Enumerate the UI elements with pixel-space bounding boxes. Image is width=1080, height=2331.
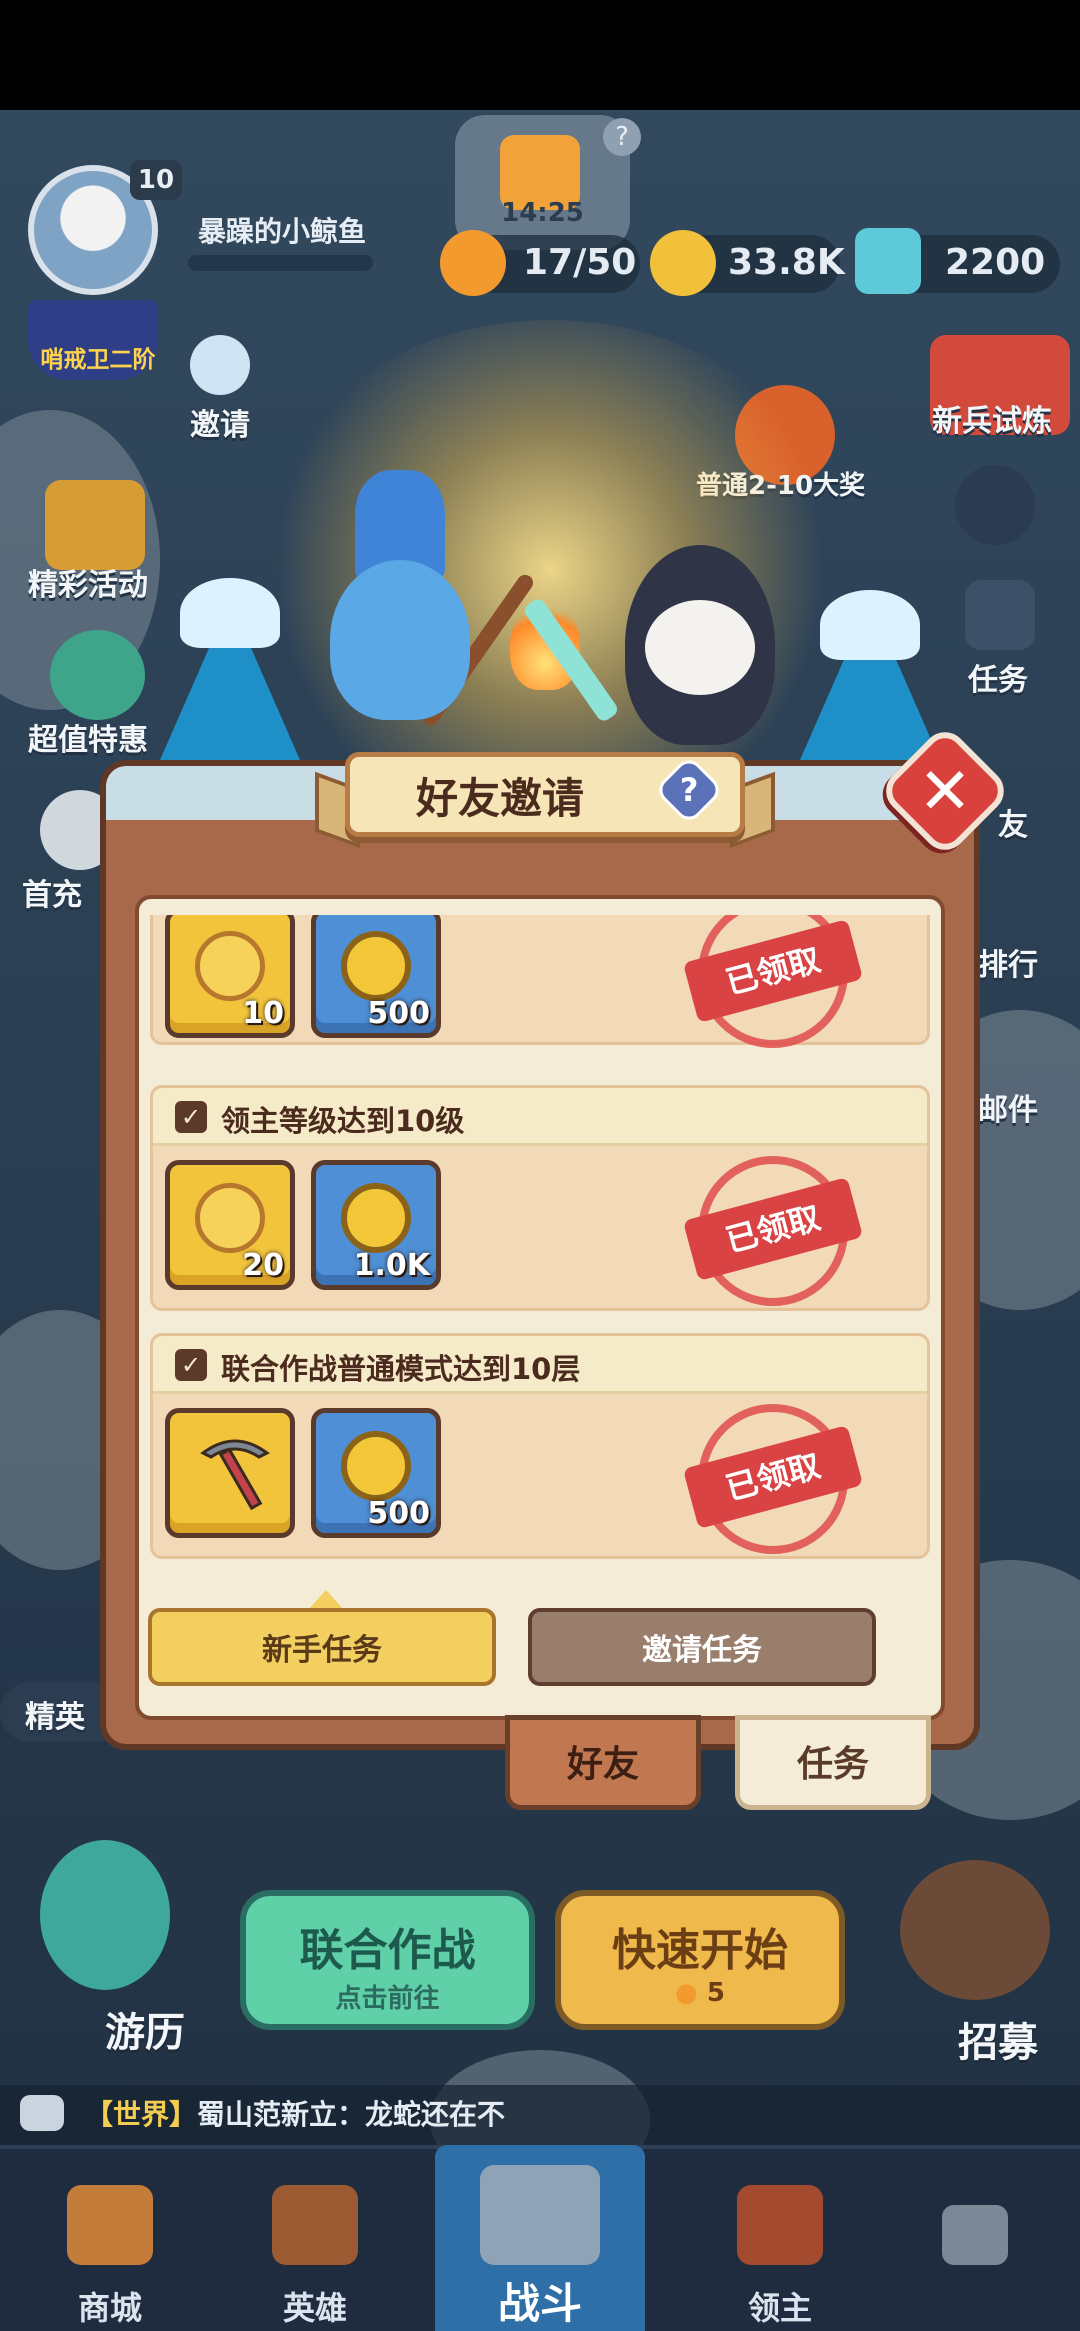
stamina-value: 17/50 — [523, 242, 637, 283]
gold-value: 33.8K — [728, 242, 845, 283]
snowman-character — [330, 560, 470, 720]
battle-swords-icon — [480, 2165, 600, 2265]
help-icon: ? — [679, 771, 699, 809]
reward-slot[interactable] — [165, 1408, 295, 1538]
reward-slot[interactable]: 10 — [165, 915, 295, 1038]
task-card: ✓ 联合作战普通模式达到10层 500 已领取 — [150, 1333, 930, 1559]
subtab-newbie-tasks[interactable]: 新手任务 — [148, 1608, 496, 1686]
reward-amount: 20 — [242, 1248, 284, 1283]
quick-cost-value: 5 — [706, 1978, 725, 2008]
side-friends[interactable]: 友 — [998, 800, 1028, 844]
reward-slot[interactable]: 500 — [311, 1408, 441, 1538]
nav-battle[interactable]: 战斗 — [435, 2145, 645, 2331]
gem-icon — [855, 228, 921, 294]
player-xp-bar — [188, 255, 373, 271]
side-deals[interactable]: 超值特惠 — [28, 715, 148, 759]
heroes-card-icon — [272, 2185, 358, 2265]
balloon-icon[interactable] — [40, 1840, 170, 1990]
gold-coin-icon — [650, 230, 716, 296]
status-bar — [0, 0, 1080, 110]
timer-countdown: 14:25 — [501, 198, 584, 228]
tasks-clipboard-icon[interactable] — [965, 580, 1035, 650]
coin-icon — [341, 931, 411, 1001]
player-level-badge: 10 — [130, 160, 182, 200]
nav-lord-label: 领主 — [747, 2289, 812, 2327]
close-icon: ✕ — [918, 755, 972, 829]
task-title: 联合作战普通模式达到10层 — [221, 1352, 581, 1386]
recruit-label[interactable]: 招募 — [958, 2010, 1038, 2068]
reward-amount: 10 — [242, 996, 284, 1031]
coop-battle-button[interactable]: 联合作战 点击前往 — [240, 1890, 535, 2030]
penguin-face — [645, 600, 755, 695]
popup-title: 好友邀请 — [415, 774, 584, 823]
side-trial[interactable]: 新兵试炼 — [932, 396, 1052, 440]
gem-value: 2200 — [945, 242, 1046, 283]
nav-heroes[interactable]: 英雄 — [235, 2145, 395, 2331]
key-icon — [195, 1183, 265, 1253]
side-events[interactable]: 精彩活动 — [28, 560, 148, 604]
stamina-flame-icon — [440, 230, 506, 296]
rank-label: 哨戒卫二阶 — [40, 347, 156, 373]
quick-start-button[interactable]: 快速开始 ● 5 — [555, 1890, 845, 2030]
task-header: ✓ 领主等级达到10级 — [153, 1088, 927, 1146]
tab-friends[interactable]: 好友 — [505, 1715, 701, 1810]
side-invite[interactable]: 邀请 — [190, 400, 250, 444]
pickaxe-icon — [195, 1431, 270, 1511]
menu-icon[interactable] — [955, 465, 1035, 545]
nav-lord[interactable]: 领主 — [700, 2145, 860, 2331]
coop-subtitle: 点击前往 — [335, 1984, 440, 2014]
reward-amount: 500 — [367, 1496, 430, 1531]
side-elite[interactable]: 精英 — [25, 1692, 85, 1736]
lock-icon — [942, 2205, 1008, 2265]
task-title: 领主等级达到10级 — [221, 1104, 465, 1138]
events-chest-icon[interactable] — [45, 480, 145, 570]
nav-shop[interactable]: 商城 — [30, 2145, 190, 2331]
coop-title: 联合作战 — [299, 1925, 476, 1976]
checkbox-icon: ✓ — [175, 1349, 207, 1381]
chat-bubble-icon[interactable] — [20, 2095, 64, 2131]
reward-amount: 500 — [367, 996, 430, 1031]
side-first-charge[interactable]: 首充 — [22, 870, 82, 914]
lord-banner-icon — [737, 2185, 823, 2265]
reward-amount: 1.0K — [353, 1248, 430, 1283]
task-list[interactable]: 10 500 已领取 ✓ 领主等级达到10级 20 1.0K 已领取 ✓ 联合作… — [150, 915, 930, 1565]
invite-snowman-icon[interactable] — [190, 335, 250, 395]
subtab-pointer — [308, 1590, 344, 1610]
side-mail[interactable]: 邮件 — [978, 1085, 1038, 1129]
reward-slot[interactable]: 20 — [165, 1160, 295, 1290]
checkbox-icon: ✓ — [175, 1101, 207, 1133]
coin-icon — [341, 1183, 411, 1253]
side-tasks[interactable]: 任务 — [968, 655, 1028, 699]
nav-heroes-label: 英雄 — [282, 2289, 347, 2327]
stamina-flame-icon: ● — [675, 1978, 698, 2008]
coin-icon — [341, 1431, 411, 1501]
task-card: ✓ 领主等级达到10级 20 1.0K 已领取 — [150, 1085, 930, 1311]
tree-snow-left — [180, 578, 280, 648]
player-name: 暴躁的小鲸鱼 — [198, 215, 367, 248]
reward-slot[interactable]: 1.0K — [311, 1160, 441, 1290]
task-card: 10 500 已领取 — [150, 915, 930, 1048]
tab-tasks[interactable]: 任务 — [735, 1715, 931, 1810]
chat-channel: 【世界】 — [85, 2098, 198, 2131]
chat-message: 蜀山范新立：龙蛇还在不 — [197, 2098, 506, 2131]
popup-glow — [250, 320, 850, 820]
recruit-hero-icon[interactable] — [900, 1860, 1050, 2000]
shop-icon — [67, 2185, 153, 2265]
travel-label[interactable]: 游历 — [105, 2000, 185, 2058]
chat-preview[interactable]: 【世界】蜀山范新立：龙蛇还在不 — [85, 2093, 505, 2133]
tree-snow-right — [820, 590, 920, 660]
info-icon[interactable]: ? — [603, 118, 641, 156]
quick-title: 快速开始 — [612, 1925, 788, 1976]
task-header: ✓ 联合作战普通模式达到10层 — [153, 1336, 927, 1394]
reward-slot[interactable]: 500 — [311, 915, 441, 1038]
deals-clock-icon[interactable] — [50, 630, 145, 720]
quick-cost: ● 5 — [561, 1978, 839, 2008]
nav-battle-label: 战斗 — [497, 2279, 582, 2328]
key-icon — [195, 931, 265, 1001]
subtab-invite-tasks[interactable]: 邀请任务 — [528, 1608, 876, 1686]
side-ranking[interactable]: 排行 — [978, 940, 1038, 984]
nav-shop-label: 商城 — [77, 2289, 142, 2327]
